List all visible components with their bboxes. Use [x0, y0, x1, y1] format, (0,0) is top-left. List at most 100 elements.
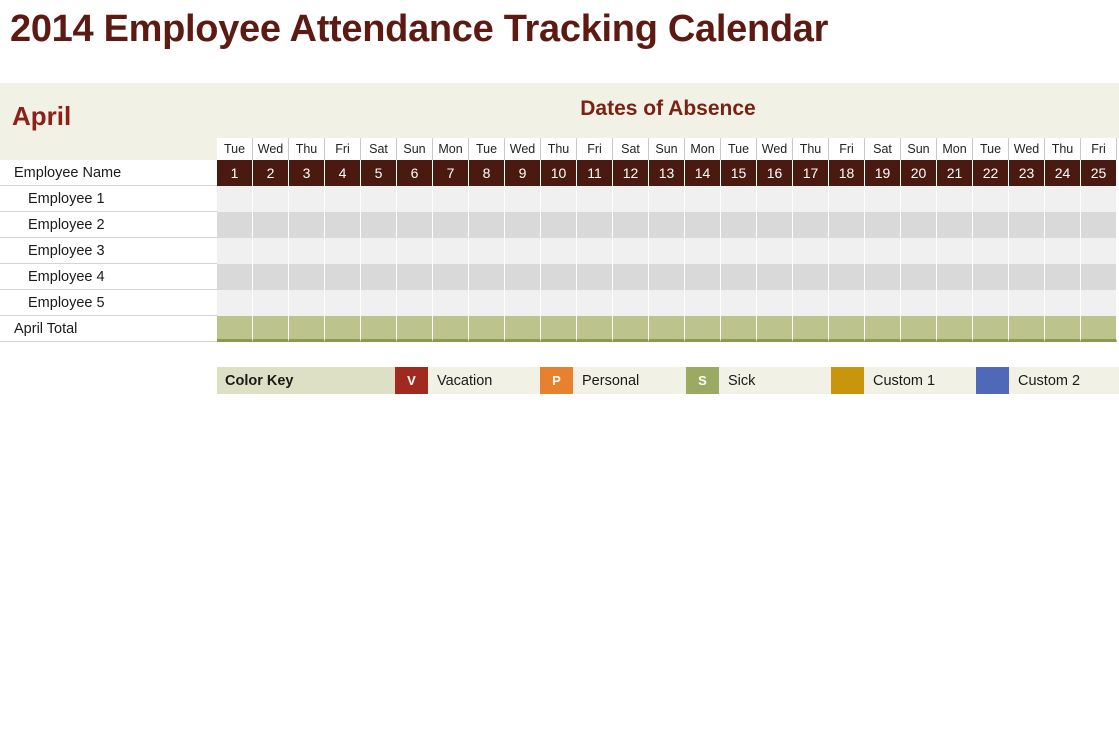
- attendance-cell[interactable]: [541, 186, 577, 212]
- attendance-cell[interactable]: [361, 212, 397, 238]
- attendance-cell[interactable]: [433, 212, 469, 238]
- attendance-cell[interactable]: [577, 238, 613, 264]
- attendance-cell[interactable]: [937, 238, 973, 264]
- attendance-cell[interactable]: [1009, 186, 1045, 212]
- attendance-cell[interactable]: [505, 264, 541, 290]
- attendance-cell[interactable]: [901, 238, 937, 264]
- attendance-cell[interactable]: [253, 212, 289, 238]
- attendance-cell[interactable]: [1009, 290, 1045, 316]
- attendance-cell[interactable]: [973, 186, 1009, 212]
- attendance-cell[interactable]: [865, 212, 901, 238]
- employee-name-cell[interactable]: Employee 1: [0, 186, 217, 212]
- attendance-cell[interactable]: [577, 212, 613, 238]
- attendance-cell[interactable]: [325, 290, 361, 316]
- attendance-cell[interactable]: [577, 186, 613, 212]
- attendance-cell[interactable]: [829, 212, 865, 238]
- attendance-cell[interactable]: [217, 290, 253, 316]
- attendance-cell[interactable]: [757, 264, 793, 290]
- attendance-cell[interactable]: [397, 186, 433, 212]
- attendance-cell[interactable]: [289, 264, 325, 290]
- employee-name-cell[interactable]: Employee 4: [0, 264, 217, 290]
- attendance-cell[interactable]: [397, 238, 433, 264]
- attendance-cell[interactable]: [721, 212, 757, 238]
- attendance-cell[interactable]: [865, 186, 901, 212]
- attendance-cell[interactable]: [1009, 264, 1045, 290]
- attendance-cell[interactable]: [289, 290, 325, 316]
- attendance-cell[interactable]: [685, 238, 721, 264]
- attendance-cell[interactable]: [649, 212, 685, 238]
- attendance-cell[interactable]: [793, 290, 829, 316]
- attendance-cell[interactable]: [253, 186, 289, 212]
- attendance-cell[interactable]: [1081, 290, 1117, 316]
- attendance-cell[interactable]: [541, 212, 577, 238]
- attendance-cell[interactable]: [505, 290, 541, 316]
- attendance-cell[interactable]: [1045, 264, 1081, 290]
- attendance-cell[interactable]: [505, 238, 541, 264]
- attendance-cell[interactable]: [757, 238, 793, 264]
- attendance-cell[interactable]: [469, 264, 505, 290]
- attendance-cell[interactable]: [937, 186, 973, 212]
- attendance-cell[interactable]: [721, 186, 757, 212]
- attendance-cell[interactable]: [613, 290, 649, 316]
- attendance-cell[interactable]: [937, 212, 973, 238]
- attendance-cell[interactable]: [1009, 212, 1045, 238]
- attendance-cell[interactable]: [361, 238, 397, 264]
- attendance-cell[interactable]: [937, 290, 973, 316]
- attendance-cell[interactable]: [649, 290, 685, 316]
- attendance-cell[interactable]: [253, 290, 289, 316]
- attendance-cell[interactable]: [253, 238, 289, 264]
- attendance-cell[interactable]: [721, 238, 757, 264]
- attendance-cell[interactable]: [829, 186, 865, 212]
- attendance-cell[interactable]: [469, 238, 505, 264]
- attendance-cell[interactable]: [1081, 212, 1117, 238]
- attendance-cell[interactable]: [361, 290, 397, 316]
- attendance-cell[interactable]: [361, 186, 397, 212]
- attendance-cell[interactable]: [1045, 290, 1081, 316]
- attendance-cell[interactable]: [901, 212, 937, 238]
- attendance-cell[interactable]: [1009, 238, 1045, 264]
- attendance-cell[interactable]: [1081, 264, 1117, 290]
- attendance-cell[interactable]: [685, 186, 721, 212]
- attendance-cell[interactable]: [649, 264, 685, 290]
- attendance-cell[interactable]: [217, 238, 253, 264]
- attendance-cell[interactable]: [541, 238, 577, 264]
- attendance-cell[interactable]: [577, 290, 613, 316]
- attendance-cell[interactable]: [1045, 212, 1081, 238]
- attendance-cell[interactable]: [901, 186, 937, 212]
- attendance-cell[interactable]: [613, 238, 649, 264]
- attendance-cell[interactable]: [1045, 238, 1081, 264]
- attendance-cell[interactable]: [433, 238, 469, 264]
- attendance-cell[interactable]: [793, 264, 829, 290]
- attendance-cell[interactable]: [505, 186, 541, 212]
- attendance-cell[interactable]: [577, 264, 613, 290]
- attendance-cell[interactable]: [757, 290, 793, 316]
- attendance-cell[interactable]: [505, 212, 541, 238]
- employee-name-cell[interactable]: Employee 2: [0, 212, 217, 238]
- attendance-cell[interactable]: [973, 238, 1009, 264]
- attendance-cell[interactable]: [325, 264, 361, 290]
- attendance-cell[interactable]: [397, 264, 433, 290]
- attendance-cell[interactable]: [613, 212, 649, 238]
- attendance-cell[interactable]: [829, 238, 865, 264]
- attendance-cell[interactable]: [973, 212, 1009, 238]
- attendance-cell[interactable]: [649, 238, 685, 264]
- attendance-cell[interactable]: [289, 186, 325, 212]
- attendance-cell[interactable]: [361, 264, 397, 290]
- attendance-cell[interactable]: [685, 290, 721, 316]
- attendance-cell[interactable]: [649, 186, 685, 212]
- attendance-cell[interactable]: [865, 290, 901, 316]
- attendance-cell[interactable]: [469, 186, 505, 212]
- attendance-cell[interactable]: [397, 212, 433, 238]
- attendance-cell[interactable]: [865, 264, 901, 290]
- attendance-cell[interactable]: [469, 290, 505, 316]
- attendance-cell[interactable]: [433, 186, 469, 212]
- attendance-cell[interactable]: [901, 290, 937, 316]
- attendance-cell[interactable]: [217, 186, 253, 212]
- attendance-cell[interactable]: [253, 264, 289, 290]
- attendance-cell[interactable]: [289, 212, 325, 238]
- attendance-cell[interactable]: [289, 238, 325, 264]
- attendance-cell[interactable]: [793, 186, 829, 212]
- attendance-cell[interactable]: [217, 264, 253, 290]
- attendance-cell[interactable]: [325, 238, 361, 264]
- attendance-cell[interactable]: [721, 290, 757, 316]
